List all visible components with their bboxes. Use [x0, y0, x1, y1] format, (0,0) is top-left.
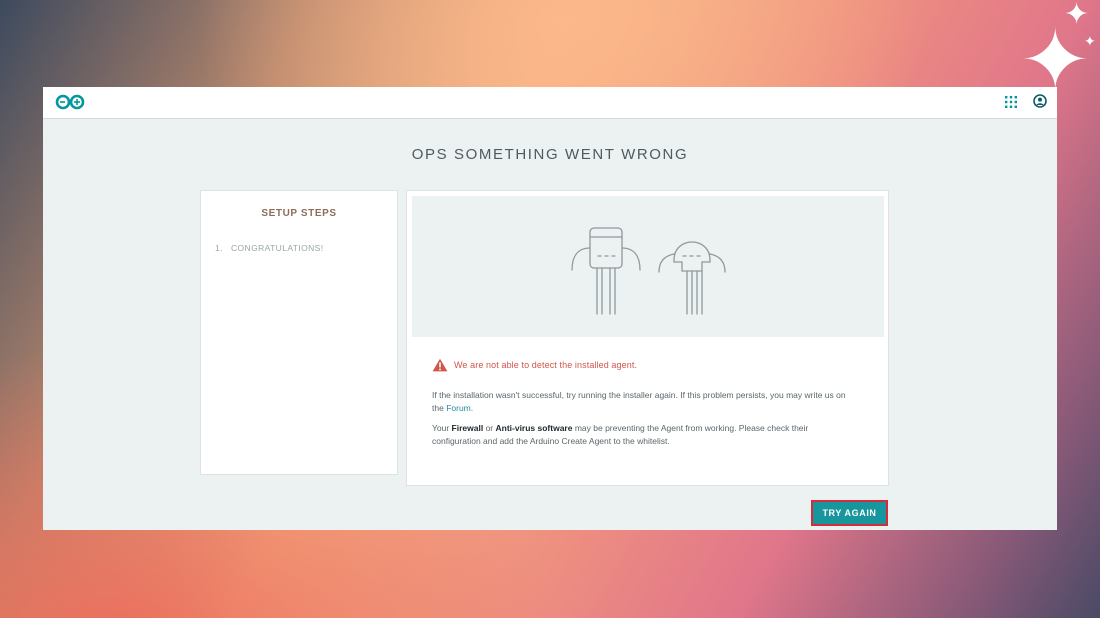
try-again-button[interactable]: TRY AGAIN [811, 500, 888, 526]
firewall-help-text-start: Your [432, 423, 452, 433]
arduino-logo-icon[interactable] [55, 94, 85, 115]
firewall-term: Firewall [451, 423, 484, 433]
error-message: We are not able to detect the installed … [454, 360, 638, 370]
firewall-help-text-middle: or [483, 423, 496, 433]
sparkle-decoration-small: ✦ [1064, 0, 1090, 31]
error-message-row: We are not able to detect the installed … [432, 357, 637, 373]
forum-link[interactable]: Forum [446, 403, 471, 413]
apps-grid-icon[interactable] [1005, 95, 1017, 113]
sparkle-decoration-tiny: ✦ [1084, 33, 1096, 49]
installation-help-text-end: . [470, 403, 474, 413]
setup-steps-title: SETUP STEPS [261, 208, 337, 219]
top-navigation-bar [43, 87, 1057, 119]
two-robots-icon [571, 227, 726, 315]
antivirus-term: Anti-virus software [495, 423, 573, 433]
page-title: OPS SOMETHING WENT WRONG [411, 146, 689, 163]
setup-step-item: 1. CONGRATULATIONS! [215, 243, 324, 253]
step-number: 1. [215, 243, 223, 253]
robots-illustration [412, 196, 884, 337]
setup-steps-panel: SETUP STEPS 1. CONGRATULATIONS! [200, 190, 398, 475]
step-label: CONGRATULATIONS! [231, 243, 324, 253]
installation-help-text: If the installation wasn't successful, t… [432, 389, 852, 415]
installation-help-text-body: If the installation wasn't successful, t… [432, 390, 846, 413]
warning-triangle-icon [432, 358, 448, 372]
error-panel: We are not able to detect the installed … [406, 190, 889, 486]
user-account-icon[interactable] [1033, 94, 1047, 113]
firewall-help-text: Your Firewall or Anti-virus software may… [432, 422, 852, 448]
app-window: OPS SOMETHING WENT WRONG SETUP STEPS 1. C… [43, 87, 1057, 530]
